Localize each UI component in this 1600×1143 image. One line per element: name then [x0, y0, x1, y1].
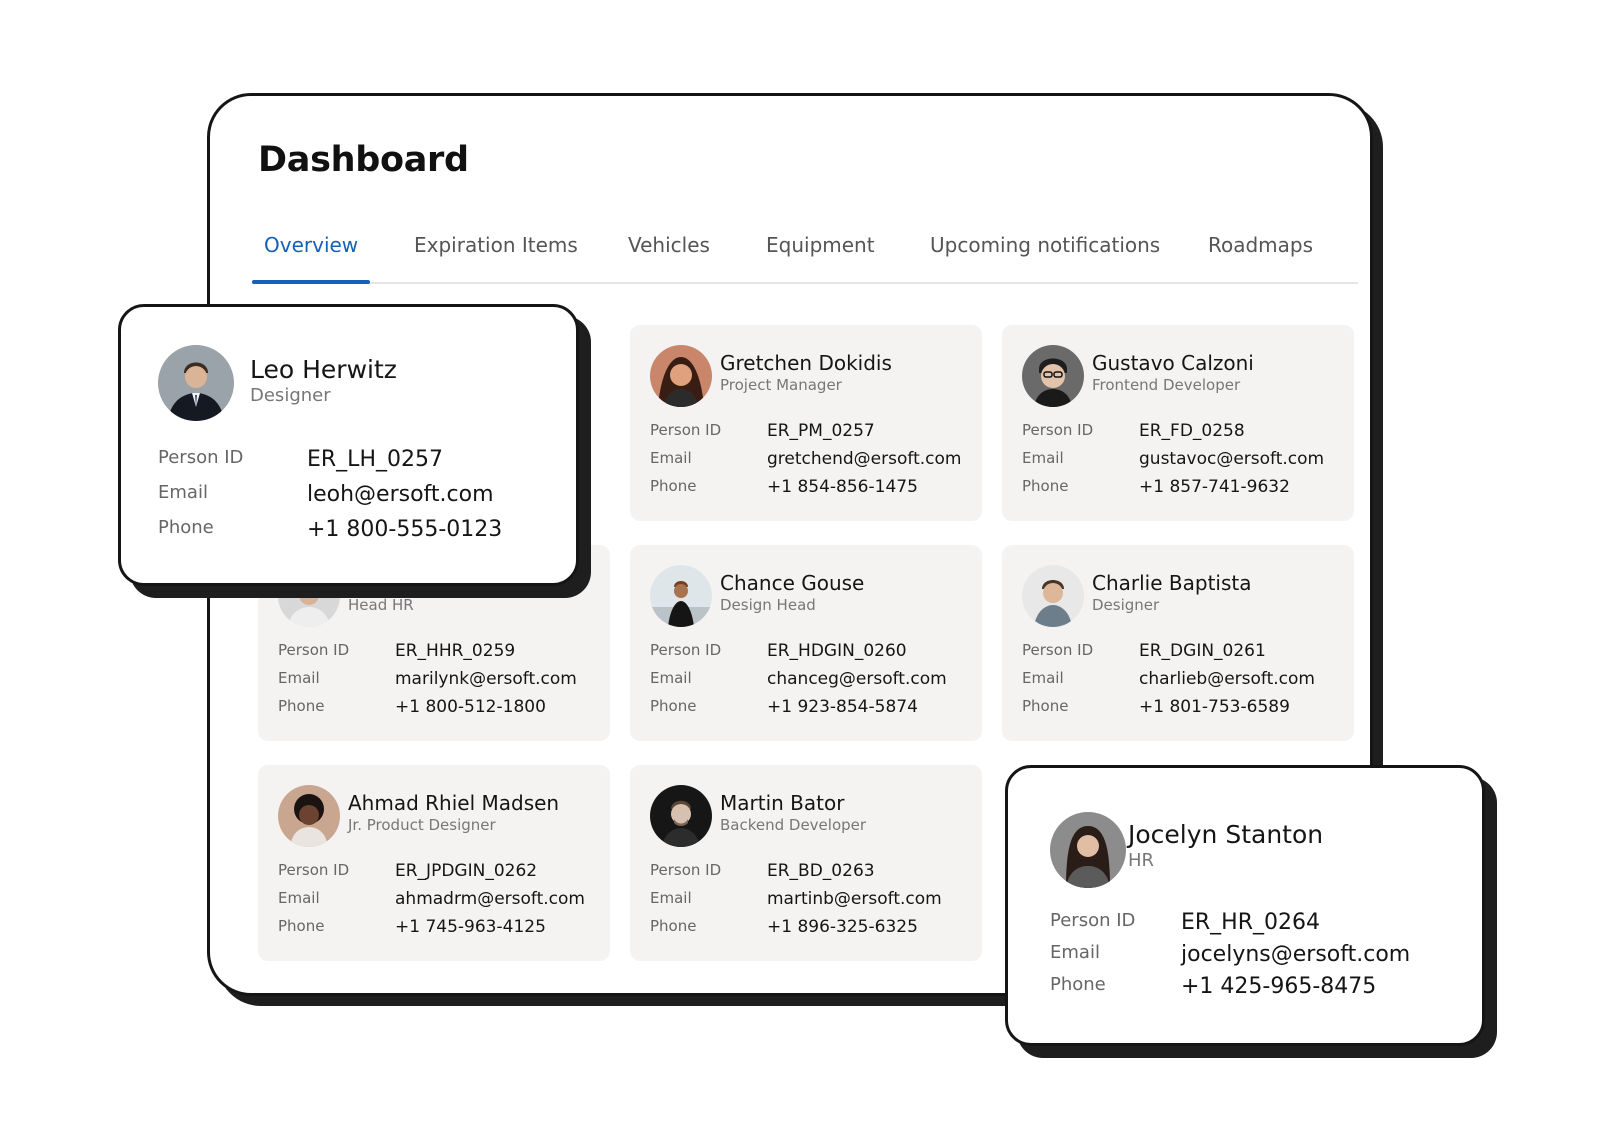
- phone-value[interactable]: +1 801-753-6589: [1139, 697, 1290, 717]
- person-name: Charlie Baptista: [1092, 571, 1252, 595]
- person-id-label: Person ID: [1022, 641, 1094, 659]
- person-role: Jr. Product Designer: [348, 816, 496, 834]
- person-card[interactable]: Chance Gouse Design Head Person ID ER_HD…: [630, 545, 982, 741]
- email-value[interactable]: chanceg@ersoft.com: [767, 669, 947, 689]
- email-value[interactable]: leoh@ersoft.com: [307, 482, 494, 507]
- email-value[interactable]: gretchend@ersoft.com: [767, 449, 961, 469]
- person-id-label: Person ID: [650, 421, 722, 439]
- avatar: [1022, 345, 1084, 407]
- person-name: Gretchen Dokidis: [720, 351, 892, 375]
- person-card[interactable]: Ahmad Rhiel Madsen Jr. Product Designer …: [258, 765, 610, 961]
- avatar: [278, 785, 340, 847]
- person-role: Project Manager: [720, 376, 842, 394]
- tab-bar: Overview Expiration Items Vehicles Equip…: [251, 222, 1358, 284]
- person-name: Chance Gouse: [720, 571, 865, 595]
- email-value[interactable]: martinb@ersoft.com: [767, 889, 942, 909]
- phone-label: Phone: [650, 917, 697, 935]
- person-role: Frontend Developer: [1092, 376, 1241, 394]
- person-role: Design Head: [720, 596, 816, 614]
- avatar: [650, 565, 712, 627]
- person-name: Leo Herwitz: [250, 355, 397, 384]
- person-role: HR: [1128, 850, 1155, 871]
- person-id-value: ER_DGIN_0261: [1139, 641, 1266, 661]
- profile-popup-leo-herwitz[interactable]: Leo Herwitz Designer Person ID ER_LH_025…: [118, 304, 579, 586]
- person-id-label: Person ID: [158, 447, 244, 468]
- person-id-value: ER_BD_0263: [767, 861, 875, 881]
- email-label: Email: [1022, 449, 1064, 467]
- person-card[interactable]: Gustavo Calzoni Frontend Developer Perso…: [1002, 325, 1354, 521]
- person-name: Martin Bator: [720, 791, 845, 815]
- person-id-value: ER_JPDGIN_0262: [395, 861, 538, 881]
- person-role: Backend Developer: [720, 816, 867, 834]
- person-id-label: Person ID: [1050, 910, 1136, 931]
- avatar: [650, 345, 712, 407]
- phone-label: Phone: [650, 697, 697, 715]
- email-label: Email: [278, 669, 320, 687]
- phone-value[interactable]: +1 800-555-0123: [307, 517, 502, 542]
- person-role: Designer: [250, 385, 331, 406]
- person-id-label: Person ID: [278, 641, 350, 659]
- avatar: [650, 785, 712, 847]
- email-value[interactable]: charlieb@ersoft.com: [1139, 669, 1315, 689]
- tab-upcoming-notifications[interactable]: Upcoming notifications: [930, 222, 1160, 282]
- email-label: Email: [1022, 669, 1064, 687]
- phone-label: Phone: [1022, 477, 1069, 495]
- person-id-value: ER_LH_0257: [307, 447, 443, 472]
- person-id-value: ER_FD_0258: [1139, 421, 1245, 441]
- page-title: Dashboard: [258, 140, 469, 180]
- person-card[interactable]: Martin Bator Backend Developer Person ID…: [630, 765, 982, 961]
- tab-vehicles[interactable]: Vehicles: [628, 222, 710, 282]
- phone-value[interactable]: +1 923-854-5874: [767, 697, 918, 717]
- tab-expiration-items[interactable]: Expiration Items: [414, 222, 578, 282]
- phone-label: Phone: [278, 697, 325, 715]
- person-role: Designer: [1092, 596, 1160, 614]
- avatar: [158, 345, 234, 421]
- tab-roadmaps[interactable]: Roadmaps: [1208, 222, 1313, 282]
- person-id-value: ER_HR_0264: [1181, 910, 1321, 935]
- email-label: Email: [650, 889, 692, 907]
- email-value[interactable]: gustavoc@ersoft.com: [1139, 449, 1324, 469]
- email-value[interactable]: marilynk@ersoft.com: [395, 669, 577, 689]
- phone-label: Phone: [1022, 697, 1069, 715]
- email-label: Email: [158, 482, 208, 503]
- email-label: Email: [650, 449, 692, 467]
- profile-popup-jocelyn-stanton[interactable]: Jocelyn Stanton HR Person ID ER_HR_0264 …: [1005, 765, 1485, 1046]
- person-id-label: Person ID: [278, 861, 350, 879]
- person-id-value: ER_HDGIN_0260: [767, 641, 907, 661]
- email-label: Email: [278, 889, 320, 907]
- tab-equipment[interactable]: Equipment: [766, 222, 875, 282]
- person-id-value: ER_HHR_0259: [395, 641, 516, 661]
- phone-value[interactable]: +1 854-856-1475: [767, 477, 918, 497]
- person-id-value: ER_PM_0257: [767, 421, 875, 441]
- person-name: Jocelyn Stanton: [1128, 820, 1324, 849]
- person-id-label: Person ID: [1022, 421, 1094, 439]
- phone-value[interactable]: +1 896-325-6325: [767, 917, 918, 937]
- person-role: Head HR: [348, 596, 414, 614]
- phone-label: Phone: [158, 517, 214, 538]
- email-label: Email: [650, 669, 692, 687]
- person-name: Gustavo Calzoni: [1092, 351, 1254, 375]
- email-label: Email: [1050, 942, 1100, 963]
- person-card[interactable]: Gretchen Dokidis Project Manager Person …: [630, 325, 982, 521]
- tab-overview[interactable]: Overview: [251, 222, 371, 284]
- avatar: [1050, 812, 1126, 888]
- person-id-label: Person ID: [650, 641, 722, 659]
- phone-value[interactable]: +1 425-965-8475: [1181, 974, 1376, 999]
- phone-label: Phone: [650, 477, 697, 495]
- phone-value[interactable]: +1 800-512-1800: [395, 697, 546, 717]
- email-value[interactable]: jocelyns@ersoft.com: [1181, 942, 1410, 967]
- phone-value[interactable]: +1 745-963-4125: [395, 917, 546, 937]
- phone-label: Phone: [1050, 974, 1106, 995]
- avatar: [1022, 565, 1084, 627]
- phone-label: Phone: [278, 917, 325, 935]
- email-value[interactable]: ahmadrm@ersoft.com: [395, 889, 585, 909]
- person-card[interactable]: Charlie Baptista Designer Person ID ER_D…: [1002, 545, 1354, 741]
- phone-value[interactable]: +1 857-741-9632: [1139, 477, 1290, 497]
- person-id-label: Person ID: [650, 861, 722, 879]
- person-name: Ahmad Rhiel Madsen: [348, 791, 560, 815]
